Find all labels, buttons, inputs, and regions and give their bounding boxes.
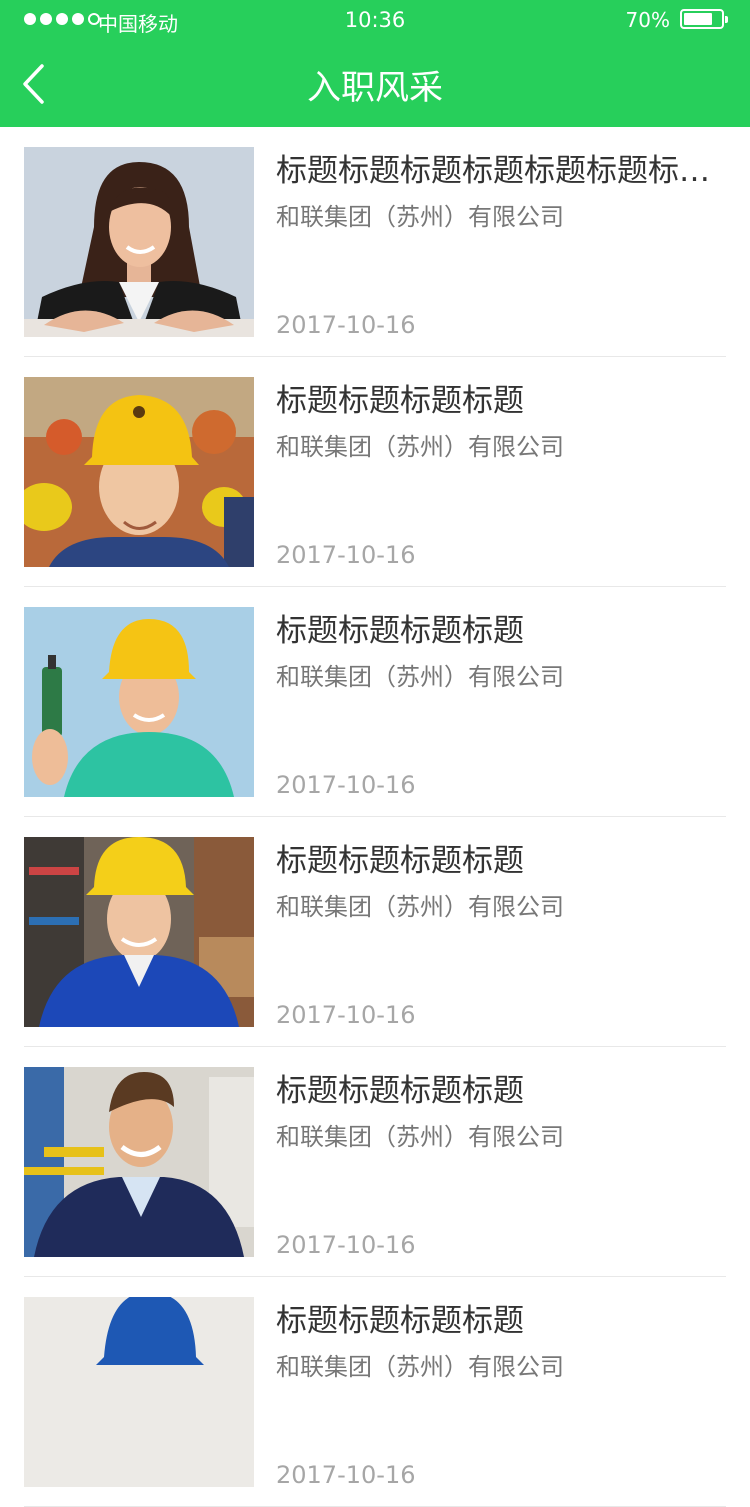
item-date: 2017-10-16 (276, 1461, 416, 1489)
businesswoman-photo (24, 147, 254, 337)
item-title: 标题标题标题标题 (276, 613, 524, 649)
item-company: 和联集团（苏州）有限公司 (276, 893, 564, 921)
worker-woman-hardhat-photo (24, 377, 254, 567)
status-bar: 中国移动 10:36 70% (0, 0, 750, 40)
item-title: 标题标题标题标题 (276, 383, 524, 419)
item-company: 和联集团（苏州）有限公司 (276, 663, 564, 691)
item-title: 标题标题标题标题 (276, 1073, 524, 1109)
page-title: 入职风采 (307, 68, 443, 108)
item-title: 标题标题标题标题标题标题标题标题标题 (276, 153, 716, 189)
worker-man-drill-photo (24, 607, 254, 797)
list-item[interactable]: 标题标题标题标题 和联集团（苏州）有限公司 2017-10-16 (0, 357, 750, 587)
list-item[interactable]: 标题标题标题标题 和联集团（苏州）有限公司 2017-10-16 (0, 1047, 750, 1277)
navigation-bar: 入职风采 (0, 40, 750, 127)
list-item[interactable]: 标题标题标题标题 和联集团（苏州）有限公司 2017-10-16 (0, 587, 750, 817)
item-company: 和联集团（苏州）有限公司 (276, 1123, 564, 1151)
top-bar: 中国移动 10:36 70% 入职风采 (0, 0, 750, 127)
item-title: 标题标题标题标题 (276, 1303, 524, 1339)
list-item[interactable]: 标题标题标题标题标题标题标题标题标题 和联集团（苏州）有限公司 2017-10-… (0, 127, 750, 357)
item-company: 和联集团（苏州）有限公司 (276, 203, 564, 231)
battery-icon (680, 9, 728, 29)
item-date: 2017-10-16 (276, 1001, 416, 1029)
list-item[interactable]: 标题标题标题标题 和联集团（苏州）有限公司 2017-10-16 (0, 1277, 750, 1507)
item-date: 2017-10-16 (276, 541, 416, 569)
item-date: 2017-10-16 (276, 771, 416, 799)
item-date: 2017-10-16 (276, 311, 416, 339)
worker-blue-hardhat-photo (24, 1297, 254, 1487)
worker-woman-warehouse-photo (24, 837, 254, 1027)
item-title: 标题标题标题标题 (276, 843, 524, 879)
item-company: 和联集团（苏州）有限公司 (276, 1353, 564, 1381)
list-item[interactable]: 标题标题标题标题 和联集团（苏州）有限公司 2017-10-16 (0, 817, 750, 1047)
news-list: 标题标题标题标题标题标题标题标题标题 和联集团（苏州）有限公司 2017-10-… (0, 127, 750, 1507)
item-company: 和联集团（苏州）有限公司 (276, 433, 564, 461)
battery-percent: 70% (625, 8, 670, 32)
worker-man-factory-photo (24, 1067, 254, 1257)
item-date: 2017-10-16 (276, 1231, 416, 1259)
